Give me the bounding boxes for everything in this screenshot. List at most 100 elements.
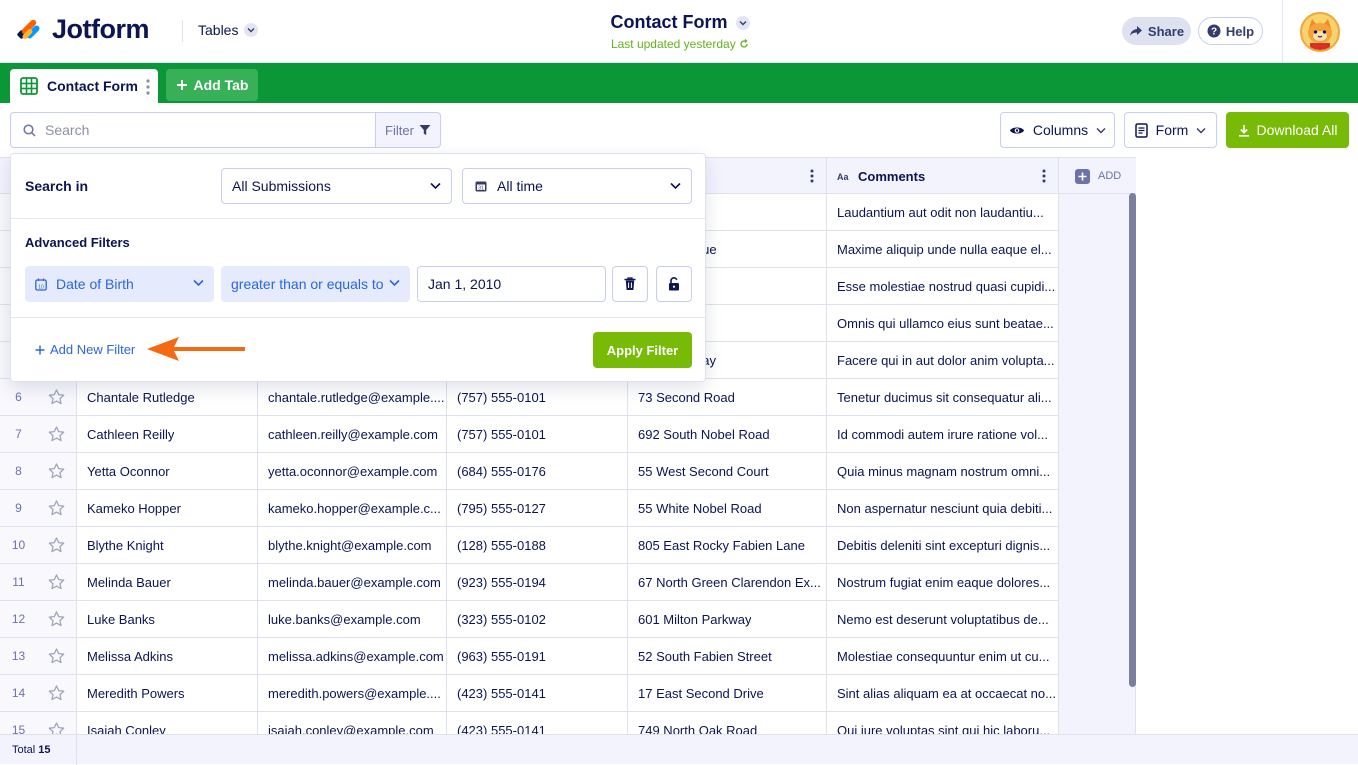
- cell-name[interactable]: Melinda Bauer: [77, 564, 258, 600]
- cell-phone[interactable]: (323) 555-0102: [447, 601, 628, 637]
- cell-address[interactable]: 52 South Fabien Street: [628, 638, 827, 674]
- table-row[interactable]: 12 Luke Banks luke.banks@example.com (323) …: [0, 601, 1059, 638]
- search-input[interactable]: [45, 122, 345, 138]
- cell-phone[interactable]: (795) 555-0127: [447, 490, 628, 526]
- star-icon[interactable]: [48, 648, 65, 664]
- star-cell[interactable]: [37, 638, 77, 674]
- filter-button[interactable]: Filter: [375, 112, 441, 148]
- star-icon[interactable]: [48, 389, 65, 405]
- cell-email[interactable]: yetta.oconnor@example.com: [258, 453, 447, 489]
- add-column-button[interactable]: ADD: [1060, 158, 1136, 194]
- table-row[interactable]: 13 Melissa Adkins melissa.adkins@example.c…: [0, 638, 1059, 675]
- cell-address[interactable]: 805 East Rocky Fabien Lane: [628, 527, 827, 563]
- cell-address[interactable]: 67 North Green Clarendon Ex...: [628, 564, 827, 600]
- star-cell[interactable]: [37, 712, 77, 734]
- cell-comments[interactable]: Non aspernatur nesciunt quia debiti...: [827, 490, 1059, 526]
- table-row[interactable]: 8 Yetta Oconnor yetta.oconnor@example.com (…: [0, 453, 1059, 490]
- download-all-button[interactable]: Download All: [1226, 112, 1349, 148]
- cell-comments[interactable]: Esse molestiae nostrud quasi cupidi...: [827, 268, 1059, 304]
- cell-name[interactable]: Chantale Rutledge: [77, 379, 258, 415]
- cell-email[interactable]: luke.banks@example.com: [258, 601, 447, 637]
- cell-name[interactable]: Isaiah Conley: [77, 712, 258, 734]
- table-row[interactable]: 7 Cathleen Reilly cathleen.reilly@example.…: [0, 416, 1059, 453]
- cell-phone[interactable]: (128) 555-0188: [447, 527, 628, 563]
- vertical-scrollbar[interactable]: [1129, 193, 1136, 687]
- cell-comments[interactable]: Omnis qui ullamco eius sunt beatae...: [827, 305, 1059, 341]
- help-button[interactable]: ? Help: [1198, 17, 1263, 45]
- star-cell[interactable]: [37, 453, 77, 489]
- kebab-menu-icon[interactable]: [1042, 169, 1046, 183]
- star-icon[interactable]: [48, 574, 65, 590]
- table-row[interactable]: 11 Melinda Bauer melinda.bauer@example.com…: [0, 564, 1059, 601]
- cell-comments[interactable]: Tenetur ducimus sit consequatur ali...: [827, 379, 1059, 415]
- submissions-select[interactable]: All Submissions: [221, 168, 452, 204]
- cell-comments[interactable]: Quia minus magnam nostrum omni...: [827, 453, 1059, 489]
- cell-address[interactable]: 601 Milton Parkway: [628, 601, 827, 637]
- star-icon[interactable]: [48, 463, 65, 479]
- tab-contact-form[interactable]: Contact Form: [10, 69, 158, 103]
- table-row[interactable]: 14 Meredith Powers meredith.powers@example…: [0, 675, 1059, 712]
- cell-email[interactable]: blythe.knight@example.com: [258, 527, 447, 563]
- star-cell[interactable]: [37, 490, 77, 526]
- header-comments-cell[interactable]: Aa Comments: [827, 158, 1059, 194]
- cell-comments[interactable]: Laudantium aut odit non laudantiu...: [827, 194, 1059, 230]
- cell-name[interactable]: Meredith Powers: [77, 675, 258, 711]
- share-button[interactable]: Share: [1122, 17, 1191, 45]
- cell-phone[interactable]: (423) 555-0141: [447, 675, 628, 711]
- cell-name[interactable]: Yetta Oconnor: [77, 453, 258, 489]
- form-title[interactable]: Contact Form: [611, 12, 750, 33]
- cell-comments[interactable]: Sint alias aliquam ea at occaecat no...: [827, 675, 1059, 711]
- star-cell[interactable]: [37, 527, 77, 563]
- cell-comments[interactable]: Qui iure voluptas sint qui hic laboru...: [827, 712, 1059, 734]
- cell-comments[interactable]: Nostrum fugiat enim eaque dolores...: [827, 564, 1059, 600]
- cell-comments[interactable]: Molestiae consequuntur enim ut cu...: [827, 638, 1059, 674]
- kebab-menu-icon[interactable]: [810, 169, 814, 183]
- cell-email[interactable]: isaiah.conley@example.com: [258, 712, 447, 734]
- add-tab-button[interactable]: Add Tab: [166, 69, 258, 101]
- cell-address[interactable]: 692 South Nobel Road: [628, 416, 827, 452]
- cell-phone[interactable]: (923) 555-0194: [447, 564, 628, 600]
- cell-email[interactable]: cathleen.reilly@example.com: [258, 416, 447, 452]
- cell-email[interactable]: chantale.rutledge@example....: [258, 379, 447, 415]
- cell-comments[interactable]: Id commodi autem irure ratione vol...: [827, 416, 1059, 452]
- star-icon[interactable]: [48, 722, 65, 734]
- cell-name[interactable]: Melissa Adkins: [77, 638, 258, 674]
- delete-filter-button[interactable]: [612, 266, 648, 302]
- table-row[interactable]: 15 Isaiah Conley isaiah.conley@example.com…: [0, 712, 1059, 734]
- cell-phone[interactable]: (684) 555-0176: [447, 453, 628, 489]
- cell-comments[interactable]: Nemo est deserunt voluptatibus de...: [827, 601, 1059, 637]
- columns-button[interactable]: Columns: [1000, 112, 1115, 148]
- star-icon[interactable]: [48, 500, 65, 516]
- cell-comments[interactable]: Debitis deleniti sint excepturi dignis..…: [827, 527, 1059, 563]
- star-cell[interactable]: [37, 601, 77, 637]
- cell-email[interactable]: melinda.bauer@example.com: [258, 564, 447, 600]
- star-icon[interactable]: [48, 685, 65, 701]
- lock-filter-button[interactable]: [656, 266, 692, 302]
- cell-address[interactable]: 73 Second Road: [628, 379, 827, 415]
- kebab-menu-icon[interactable]: [146, 79, 150, 95]
- cell-email[interactable]: meredith.powers@example....: [258, 675, 447, 711]
- star-icon[interactable]: [48, 537, 65, 553]
- star-cell[interactable]: [37, 379, 77, 415]
- cell-phone[interactable]: (423) 555-0141: [447, 712, 628, 734]
- cell-comments[interactable]: Facere qui in aut dolor anim volupta...: [827, 342, 1059, 378]
- table-row[interactable]: 10 Blythe Knight blythe.knight@example.com…: [0, 527, 1059, 564]
- star-cell[interactable]: [37, 416, 77, 452]
- avatar[interactable]: [1300, 12, 1340, 52]
- cell-name[interactable]: Luke Banks: [77, 601, 258, 637]
- form-button[interactable]: Form: [1124, 112, 1217, 148]
- search-field[interactable]: [10, 112, 376, 148]
- apply-filter-button[interactable]: Apply Filter: [593, 332, 692, 368]
- cell-email[interactable]: melissa.adkins@example.com: [258, 638, 447, 674]
- cell-phone[interactable]: (963) 555-0191: [447, 638, 628, 674]
- cell-name[interactable]: Kameko Hopper: [77, 490, 258, 526]
- star-cell[interactable]: [37, 564, 77, 600]
- cell-phone[interactable]: (757) 555-0101: [447, 379, 628, 415]
- star-cell[interactable]: [37, 675, 77, 711]
- cell-comments[interactable]: Maxime aliquip unde nulla eaque el...: [827, 231, 1059, 267]
- filter-field-select[interactable]: 10 Date of Birth: [25, 266, 214, 302]
- cell-email[interactable]: kameko.hopper@example.c...: [258, 490, 447, 526]
- cell-address[interactable]: 55 White Nobel Road: [628, 490, 827, 526]
- filter-operator-select[interactable]: greater than or equals to: [221, 266, 410, 302]
- time-range-select[interactable]: 31 All time: [462, 168, 692, 204]
